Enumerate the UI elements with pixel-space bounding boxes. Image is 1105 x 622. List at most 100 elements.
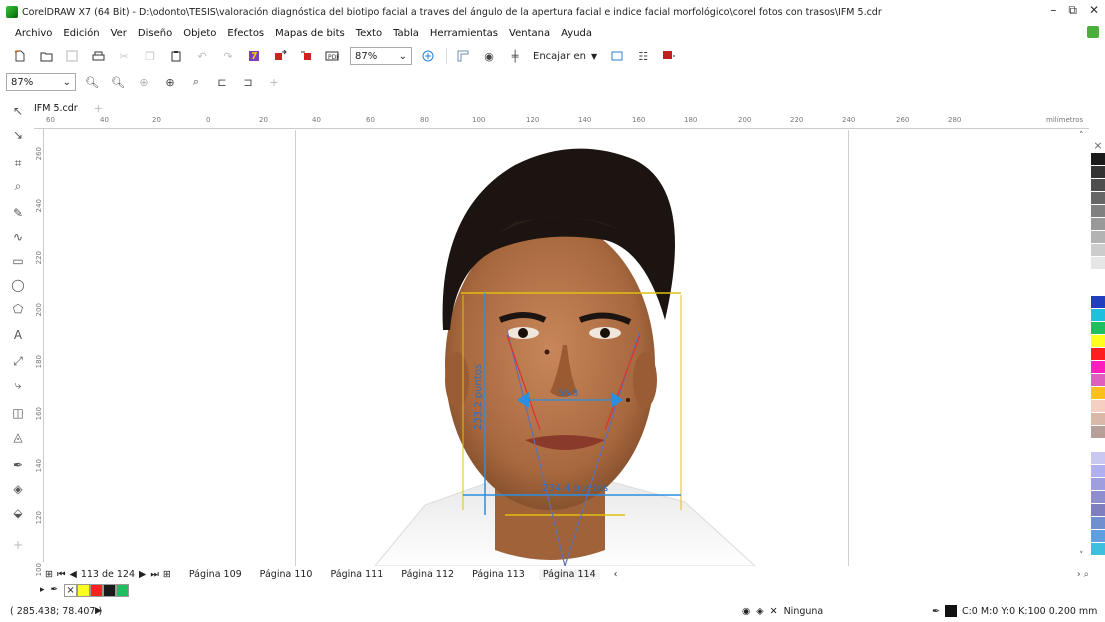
menu-efectos[interactable]: Efectos [227, 28, 264, 39]
property-zoom-combo[interactable]: 87% ⌄ [6, 73, 76, 91]
zoom-in-icon[interactable]: 🔍︎ [84, 74, 100, 90]
palette-color-swatch[interactable] [1091, 179, 1105, 192]
artistic-media-tool-icon[interactable]: ∿ [9, 228, 27, 246]
add-page-after-icon[interactable]: ⊞ [163, 569, 171, 580]
copy-icon[interactable]: ❐ [142, 48, 158, 64]
palette-color-swatch[interactable] [1091, 218, 1105, 231]
palette-color-swatch[interactable] [1091, 192, 1105, 205]
menu-ayuda[interactable]: Ayuda [561, 28, 592, 39]
horizontal-ruler[interactable]: 60 40 20 0 20 40 60 80 100 120 140 160 1… [34, 116, 1089, 129]
zoom-level-combo[interactable]: 87% ⌄ [350, 47, 412, 65]
palette-color-swatch[interactable] [1091, 257, 1105, 270]
zoom-all-icon[interactable]: ⊕ [162, 74, 178, 90]
add-tool-icon[interactable]: + [9, 536, 27, 554]
palette-color-swatch[interactable] [1091, 166, 1105, 179]
scroll-down-icon[interactable]: ˅ [1079, 551, 1084, 561]
first-page-icon[interactable]: ⏮ [57, 569, 66, 580]
menu-ver[interactable]: Ver [111, 28, 127, 39]
zoom-tool-icon[interactable]: ⌕ [9, 177, 27, 195]
no-color-swatch[interactable]: ⨯ [64, 583, 78, 597]
play-icon[interactable]: ▶ [95, 606, 102, 616]
page-tab-active[interactable]: Página 114 [538, 569, 600, 580]
palette-color-swatch[interactable] [1091, 452, 1105, 465]
palette-color-swatch[interactable] [1091, 374, 1105, 387]
zoom-page-width-icon[interactable]: ⊏ [214, 74, 230, 90]
zoom-page-height-icon[interactable]: ⊐ [240, 74, 256, 90]
document-tab[interactable]: IFM 5.cdr [34, 103, 86, 114]
menu-edicion[interactable]: Edición [63, 28, 99, 39]
menu-objeto[interactable]: Objeto [183, 28, 216, 39]
outline-status[interactable]: ✒ C:0 M:0 Y:0 K:100 0.200 mm [932, 605, 1097, 617]
menu-herramientas[interactable]: Herramientas [430, 28, 498, 39]
options-icon[interactable]: ☷ [635, 48, 651, 64]
full-screen-icon[interactable] [420, 48, 436, 64]
close-button[interactable]: ✕ [1089, 3, 1099, 18]
document-palette-swatch[interactable] [116, 583, 130, 597]
page-tab[interactable]: Página 113 [468, 569, 529, 580]
palette-color-swatch[interactable] [1091, 400, 1105, 413]
drawing-canvas[interactable]: 233.2 puntos 234.4 puntos 56.8 [45, 130, 1090, 566]
rectangle-tool-icon[interactable]: ▭ [9, 252, 27, 270]
palette-color-swatch[interactable] [1091, 530, 1105, 543]
page-tab[interactable]: Página 110 [256, 569, 317, 580]
page-tab[interactable]: Página 109 [185, 569, 246, 580]
menu-diseno[interactable]: Diseño [138, 28, 172, 39]
palette-color-swatch[interactable] [1091, 517, 1105, 530]
palette-color-swatch[interactable] [1091, 504, 1105, 517]
document-palette-swatch[interactable] [103, 583, 117, 597]
palette-color-swatch[interactable] [1091, 439, 1105, 452]
smart-fill-tool-icon[interactable]: ⬙ [9, 504, 27, 522]
connector-tool-icon[interactable]: ⤷ [9, 376, 27, 394]
parallel-dimension-tool-icon[interactable]: ⤢ [9, 352, 27, 370]
menu-ventana[interactable]: Ventana [509, 28, 550, 39]
publish-pdf-icon[interactable]: PDF [324, 48, 340, 64]
drop-shadow-tool-icon[interactable]: ◫ [9, 404, 27, 422]
transparency-tool-icon[interactable]: ◬ [9, 428, 27, 446]
menu-archivo[interactable]: Archivo [15, 28, 52, 39]
page-counter[interactable]: 113 de 124 [81, 569, 135, 580]
palette-color-swatch[interactable] [1091, 270, 1105, 283]
vertical-scrollbar[interactable]: ˄ ˅ [1078, 129, 1088, 569]
eyedropper-icon[interactable]: ✒ [51, 585, 59, 595]
palette-color-swatch[interactable] [1091, 283, 1105, 296]
add-document-tab[interactable]: + [94, 102, 103, 115]
eyedropper-tool-icon[interactable]: ✒ [9, 456, 27, 474]
import-icon[interactable] [272, 48, 288, 64]
show-rulers-icon[interactable] [455, 48, 471, 64]
text-tool-icon[interactable]: A [9, 326, 27, 344]
show-grid-icon[interactable]: ◉ [481, 48, 497, 64]
face-photo-illustration[interactable]: 233.2 puntos 234.4 puntos 56.8 [45, 130, 1090, 566]
palette-color-swatch[interactable] [1091, 335, 1105, 348]
shape-tool-icon[interactable]: ↘ [9, 126, 27, 144]
redo-icon[interactable]: ↷ [220, 48, 236, 64]
fill-status[interactable]: ◉ ◈ ✕ Ninguna [742, 606, 823, 617]
scroll-up-icon[interactable]: ˄ [1079, 131, 1084, 141]
menu-texto[interactable]: Texto [356, 28, 382, 39]
document-palette-swatch[interactable] [77, 583, 91, 597]
ellipse-tool-icon[interactable]: ◯ [9, 276, 27, 294]
palette-color-swatch[interactable] [1091, 309, 1105, 322]
palette-color-swatch[interactable] [1091, 205, 1105, 218]
undo-icon[interactable]: ↶ [194, 48, 210, 64]
palette-expand-icon[interactable]: ▸ [40, 585, 45, 595]
palette-color-swatch[interactable] [1091, 465, 1105, 478]
zoom-page-icon[interactable]: ⌕ [188, 74, 204, 90]
palette-color-swatch[interactable] [1091, 153, 1105, 166]
palette-color-swatch[interactable] [1091, 296, 1105, 309]
palette-color-swatch[interactable] [1091, 361, 1105, 374]
previous-page-icon[interactable]: ◀ [70, 569, 77, 580]
menu-mapas-de-bits[interactable]: Mapas de bits [275, 28, 345, 39]
palette-color-swatch[interactable] [1091, 426, 1105, 439]
palette-color-swatch[interactable] [1091, 491, 1105, 504]
show-guidelines-icon[interactable]: ╪ [507, 48, 523, 64]
palette-color-swatch[interactable] [1091, 413, 1105, 426]
palette-color-swatch[interactable] [1091, 387, 1105, 400]
paste-icon[interactable] [168, 48, 184, 64]
palette-color-swatch[interactable] [1091, 543, 1105, 556]
interactive-fill-tool-icon[interactable]: ◈ [9, 480, 27, 498]
cut-icon[interactable]: ✂ [116, 48, 132, 64]
zoom-out-icon[interactable]: 🔍︎ [110, 74, 126, 90]
open-icon[interactable] [38, 48, 54, 64]
add-toolbar-icon[interactable]: + [266, 74, 282, 90]
last-page-icon[interactable]: ⏭ [150, 569, 159, 580]
